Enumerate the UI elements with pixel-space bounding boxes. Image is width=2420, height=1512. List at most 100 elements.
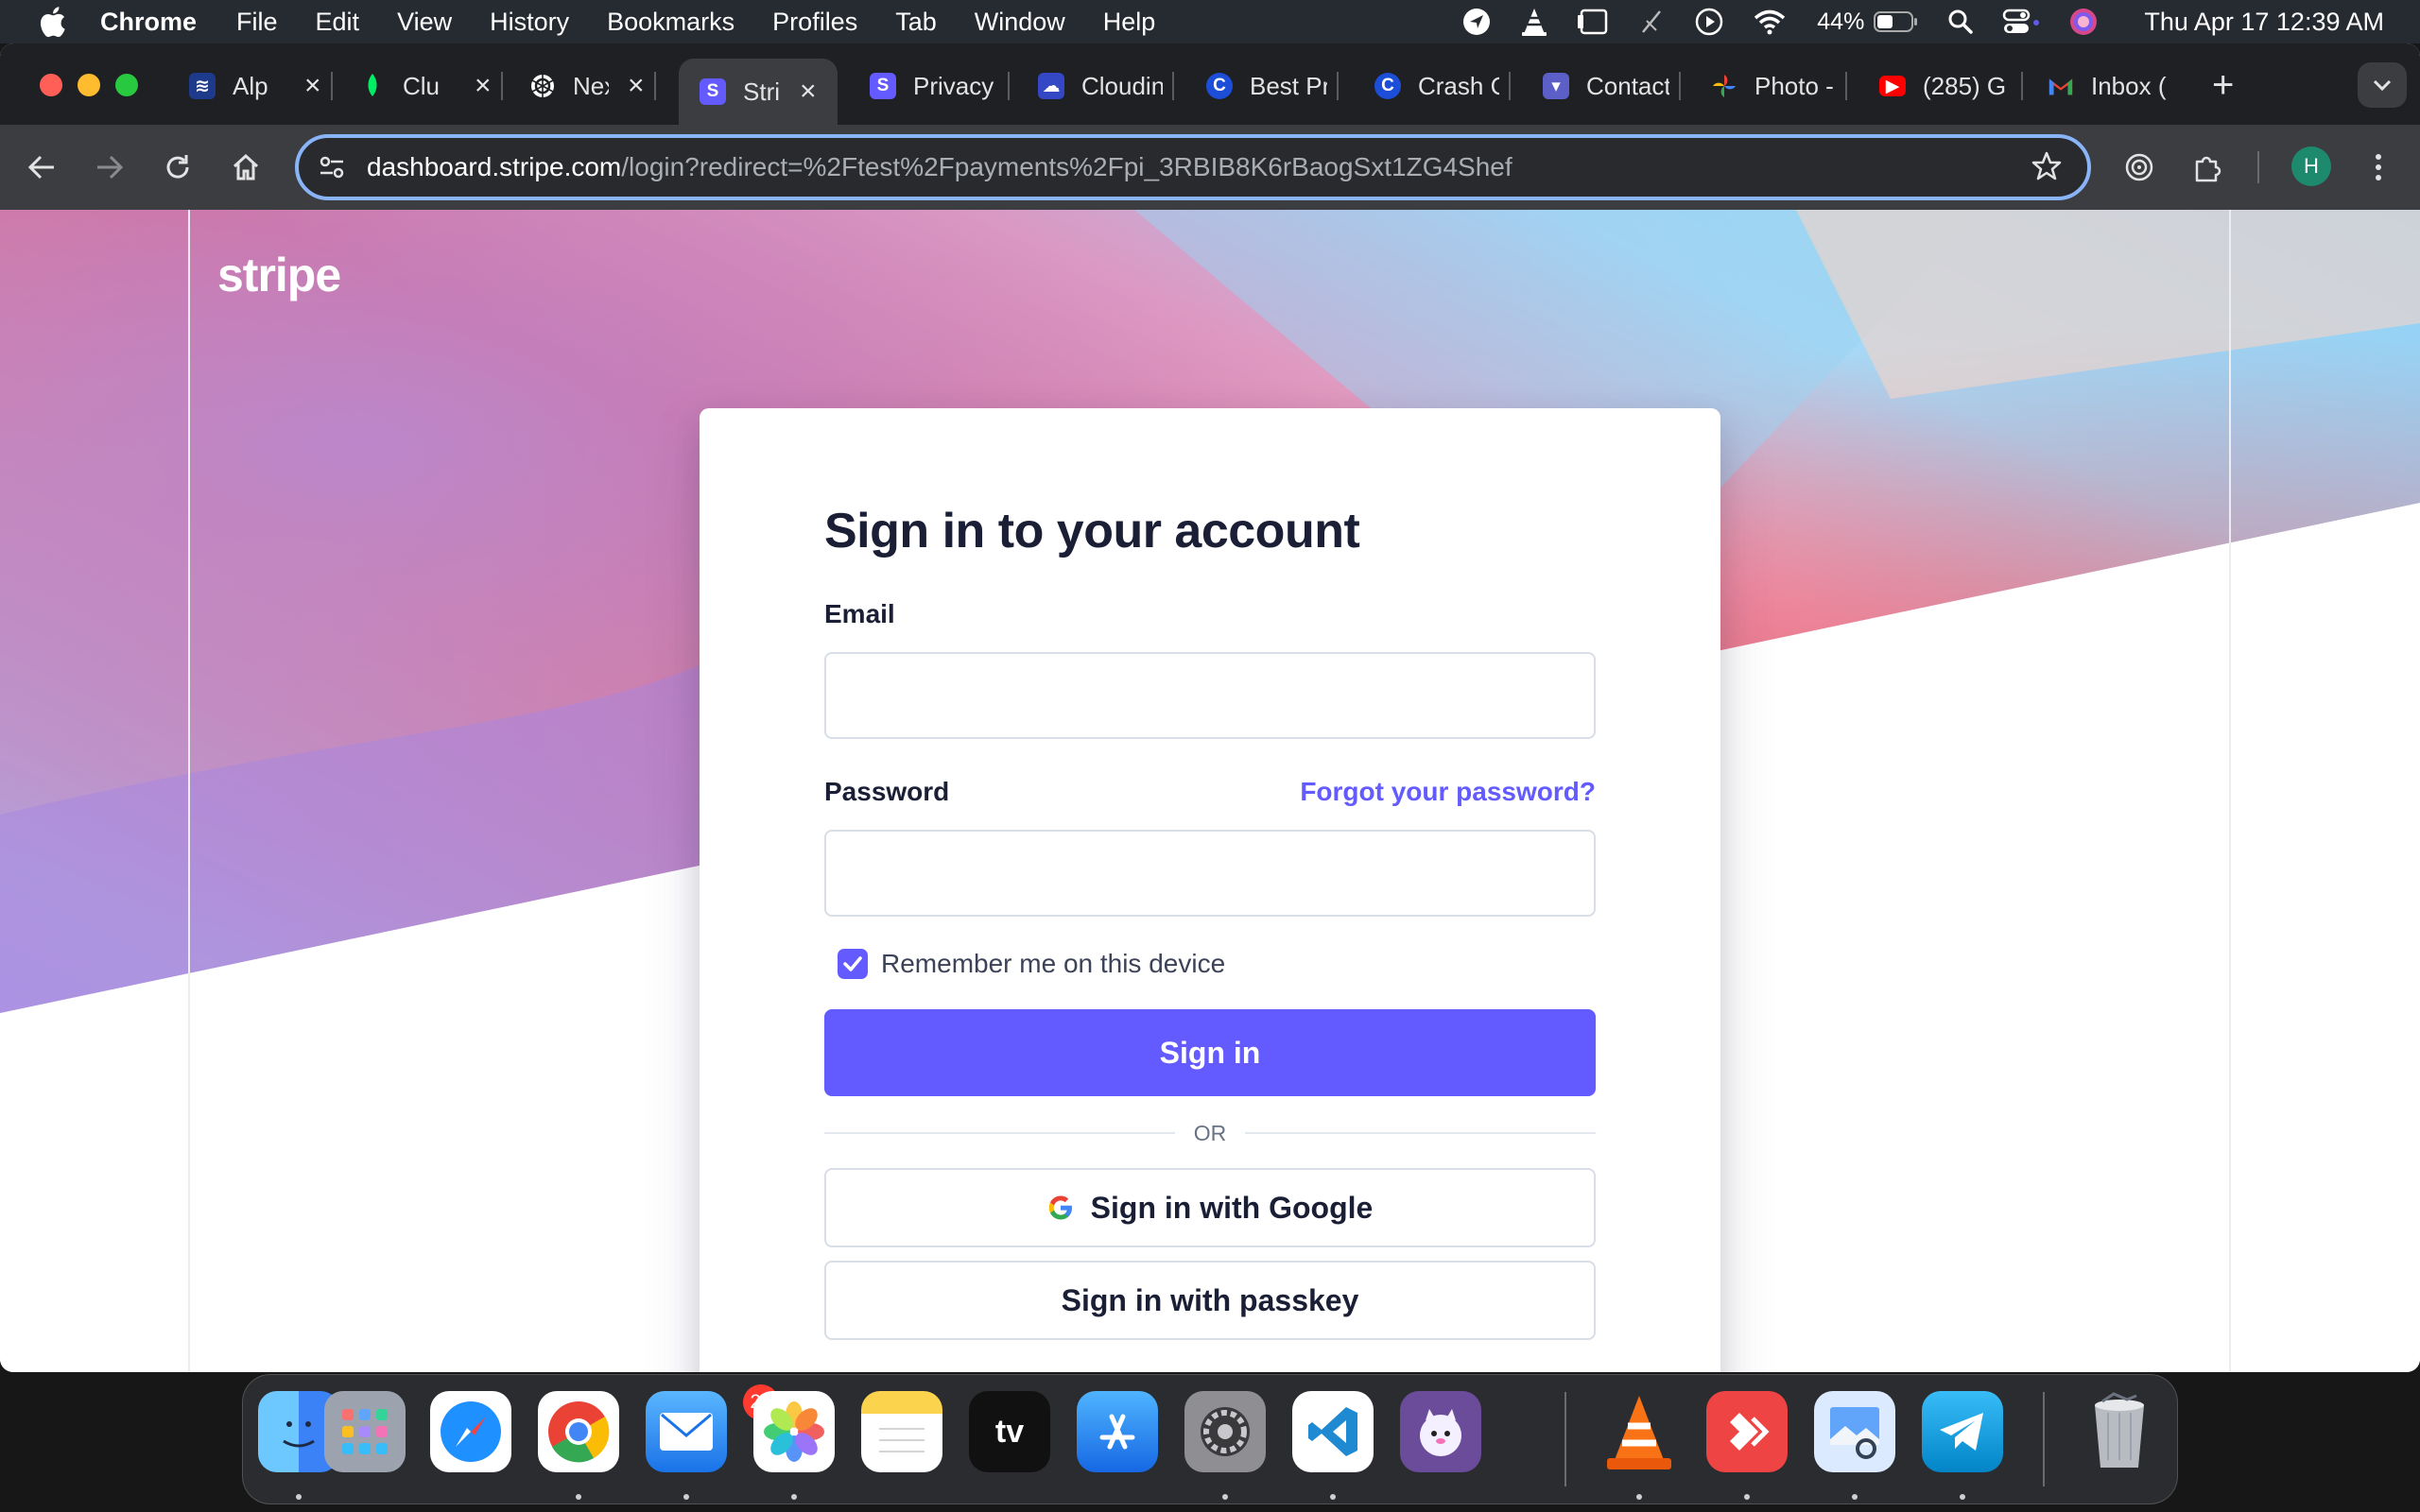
running-indicator bbox=[1960, 1494, 1965, 1500]
layout-guide-line bbox=[188, 210, 190, 1372]
control-center-icon[interactable] bbox=[2002, 8, 2040, 36]
email-label: Email bbox=[824, 599, 895, 628]
preview-icon[interactable] bbox=[1814, 1391, 1895, 1472]
mail-icon[interactable] bbox=[646, 1391, 727, 1472]
checkmark-icon bbox=[843, 956, 862, 971]
siri-icon[interactable] bbox=[2068, 7, 2099, 37]
menu-profiles[interactable]: Profiles bbox=[772, 8, 857, 37]
home-button[interactable] bbox=[225, 146, 267, 188]
running-indicator bbox=[1744, 1494, 1750, 1500]
mongodb-leaf-icon bbox=[359, 73, 386, 99]
ollama-icon[interactable] bbox=[1400, 1391, 1481, 1472]
tab-nex[interactable]: Nex × bbox=[529, 59, 656, 113]
close-tab-icon[interactable]: × bbox=[304, 70, 321, 102]
bookmark-star-icon[interactable] bbox=[2031, 150, 2063, 182]
anydesk-icon[interactable] bbox=[1706, 1391, 1788, 1472]
telegram-icon[interactable] bbox=[1922, 1391, 2003, 1472]
more-menu-icon[interactable] bbox=[2358, 146, 2399, 188]
password-input[interactable] bbox=[824, 830, 1596, 917]
apple-logo-icon[interactable] bbox=[38, 6, 68, 38]
play-circle-icon[interactable] bbox=[1694, 7, 1724, 37]
passkey-sign-in-button[interactable]: Sign in with passkey bbox=[824, 1261, 1596, 1340]
tab-strip: ≋ Alp × Clu × Nex × S Stri × S Privacy ☁… bbox=[0, 43, 2420, 125]
menubar-clock[interactable]: Thu Apr 17 12:39 AM bbox=[2144, 8, 2384, 37]
photos-icon[interactable] bbox=[753, 1391, 835, 1472]
macos-menu-bar: Chrome File Edit View History Bookmarks … bbox=[0, 0, 2420, 43]
macos-dock: 20 tv bbox=[242, 1374, 2178, 1504]
stripe-logo[interactable]: stripe bbox=[217, 248, 341, 302]
tab-best-practices[interactable]: C Best Pr bbox=[1206, 59, 1339, 113]
profile-avatar[interactable]: H bbox=[2291, 146, 2331, 186]
url-text[interactable]: dashboard.stripe.com/login?redirect=%2Ft… bbox=[367, 152, 1512, 182]
email-input[interactable] bbox=[824, 652, 1596, 739]
forgot-password-link[interactable]: Forgot your password? bbox=[1300, 777, 1596, 807]
screen-mirroring-icon[interactable] bbox=[1577, 8, 1609, 36]
tab-alp[interactable]: ≋ Alp × bbox=[189, 59, 333, 113]
launchpad-icon[interactable] bbox=[324, 1391, 406, 1472]
extensions-puzzle-icon[interactable] bbox=[2187, 146, 2229, 188]
running-indicator bbox=[791, 1494, 797, 1500]
menu-view[interactable]: View bbox=[397, 8, 452, 37]
close-window-button[interactable] bbox=[40, 74, 62, 96]
tab-stripe-active[interactable]: S Stri × bbox=[679, 59, 838, 125]
sign-in-button[interactable]: Sign in bbox=[824, 1009, 1596, 1096]
chrome-icon[interactable] bbox=[538, 1391, 619, 1472]
app-store-icon[interactable] bbox=[1077, 1391, 1158, 1472]
menu-file[interactable]: File bbox=[236, 8, 278, 37]
safari-icon[interactable] bbox=[430, 1391, 511, 1472]
zoom-window-button[interactable] bbox=[115, 74, 138, 96]
vlc-icon[interactable] bbox=[1599, 1391, 1680, 1472]
back-button[interactable] bbox=[21, 146, 62, 188]
site-settings-icon[interactable] bbox=[318, 153, 346, 181]
menu-edit[interactable]: Edit bbox=[316, 8, 360, 37]
reload-button[interactable] bbox=[157, 146, 199, 188]
minimize-window-button[interactable] bbox=[78, 74, 100, 96]
tab-title: Cloudin bbox=[1081, 71, 1163, 100]
google-photos-icon bbox=[1711, 73, 1737, 99]
menu-bookmarks[interactable]: Bookmarks bbox=[607, 8, 735, 37]
tab-clu[interactable]: Clu × bbox=[359, 59, 503, 113]
tab-title: Stri bbox=[743, 77, 780, 106]
spotlight-search-icon[interactable] bbox=[1947, 9, 1974, 35]
address-bar[interactable]: dashboard.stripe.com/login?redirect=%2Ft… bbox=[295, 134, 2091, 200]
notes-icon[interactable] bbox=[861, 1391, 942, 1472]
tab-privacy[interactable]: S Privacy bbox=[870, 59, 1010, 113]
tab-search-button[interactable] bbox=[2358, 62, 2407, 108]
running-indicator bbox=[1222, 1494, 1228, 1500]
menu-history[interactable]: History bbox=[490, 8, 569, 37]
close-tab-icon[interactable]: × bbox=[628, 70, 645, 102]
google-lens-icon[interactable] bbox=[2118, 146, 2160, 188]
wifi-icon[interactable] bbox=[1753, 9, 1787, 35]
tab-cloudinary[interactable]: ☁ Cloudin bbox=[1038, 59, 1174, 113]
close-tab-icon[interactable]: × bbox=[475, 70, 492, 102]
forward-button[interactable] bbox=[89, 146, 130, 188]
location-arrow-icon[interactable] bbox=[1461, 7, 1492, 37]
remember-me-row[interactable]: Remember me on this device bbox=[824, 949, 1596, 979]
layout-guide-line bbox=[2229, 210, 2231, 1372]
google-button-label: Sign in with Google bbox=[1090, 1190, 1374, 1225]
menu-help[interactable]: Help bbox=[1103, 8, 1156, 37]
menu-window[interactable]: Window bbox=[975, 8, 1065, 37]
menu-tab[interactable]: Tab bbox=[895, 8, 937, 37]
stripe-s-icon: S bbox=[700, 78, 726, 105]
vlc-cone-icon[interactable] bbox=[1520, 7, 1548, 37]
tab-youtube[interactable]: ▶ (285) G bbox=[1879, 59, 2023, 113]
close-tab-icon[interactable]: × bbox=[800, 76, 817, 108]
tab-photos[interactable]: Photo - bbox=[1711, 59, 1847, 113]
system-settings-icon[interactable] bbox=[1184, 1391, 1266, 1472]
apple-tv-icon[interactable]: tv bbox=[969, 1391, 1050, 1472]
tab-contact[interactable]: ▾ Contact bbox=[1543, 59, 1681, 113]
tab-gmail[interactable]: Inbox ( bbox=[2048, 59, 2172, 113]
menu-chrome[interactable]: Chrome bbox=[100, 8, 197, 37]
new-tab-button[interactable]: + bbox=[2212, 64, 2234, 107]
battery-icon[interactable] bbox=[1874, 10, 1919, 33]
google-sign-in-button[interactable]: Sign in with Google bbox=[824, 1168, 1596, 1247]
pen-slash-icon[interactable] bbox=[1637, 8, 1666, 36]
tab-crash-course[interactable]: C Crash C bbox=[1374, 59, 1511, 113]
trash-icon[interactable] bbox=[2079, 1391, 2160, 1472]
vscode-icon[interactable] bbox=[1292, 1391, 1374, 1472]
remember-me-checkbox[interactable] bbox=[838, 949, 868, 979]
divider-line bbox=[824, 1132, 1175, 1134]
tab-title: Clu bbox=[403, 71, 441, 100]
tab-title: Nex bbox=[573, 71, 609, 100]
